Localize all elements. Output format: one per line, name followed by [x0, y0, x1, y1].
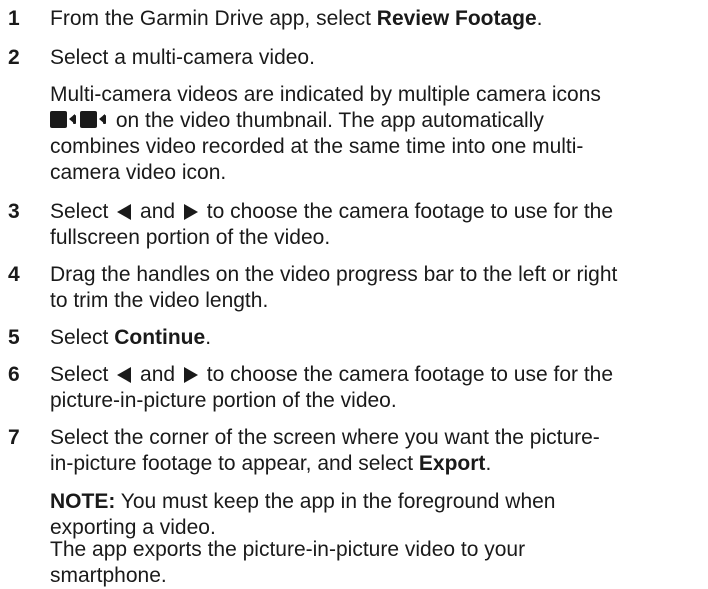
note-paragraph: NOTE: You must keep the app in the foreg…	[50, 490, 556, 539]
final-paragraph: The app exports the picture-in-picture v…	[50, 538, 526, 587]
right-arrow-icon	[183, 204, 198, 220]
step-number: 2	[8, 46, 20, 69]
review-footage-label: Review Footage	[376, 7, 537, 30]
export-label: Export	[418, 452, 486, 475]
step-text: Drag the handles on the video progress b…	[50, 263, 618, 312]
note-label: NOTE:	[50, 490, 116, 513]
step-number: 4	[8, 263, 20, 286]
step-text: Select and to choose the camera footage …	[50, 200, 614, 249]
step-text: Select Continue.	[50, 326, 212, 349]
step-number: 5	[8, 326, 20, 349]
step-text: From the Garmin Drive app, select Review…	[50, 7, 543, 30]
document-page: 1 From the Garmin Drive app, select Revi…	[0, 0, 708, 587]
video-camera-icon	[80, 111, 106, 128]
step-text: Select and to choose the camera footage …	[50, 363, 614, 412]
left-arrow-icon	[117, 367, 132, 383]
step-number: 6	[8, 363, 20, 386]
step-number: 7	[8, 426, 20, 449]
multicam-paragraph: Multi-camera videos are indicated by mul…	[50, 83, 601, 184]
left-arrow-icon	[117, 204, 132, 220]
step-text: Select a multi-camera video.	[50, 46, 315, 69]
step-text: Select the corner of the screen where yo…	[50, 426, 600, 475]
step-number: 3	[8, 200, 20, 223]
right-arrow-icon	[183, 367, 198, 383]
continue-label: Continue	[114, 326, 206, 349]
step-number: 1	[8, 7, 20, 30]
video-camera-icon	[50, 111, 76, 128]
